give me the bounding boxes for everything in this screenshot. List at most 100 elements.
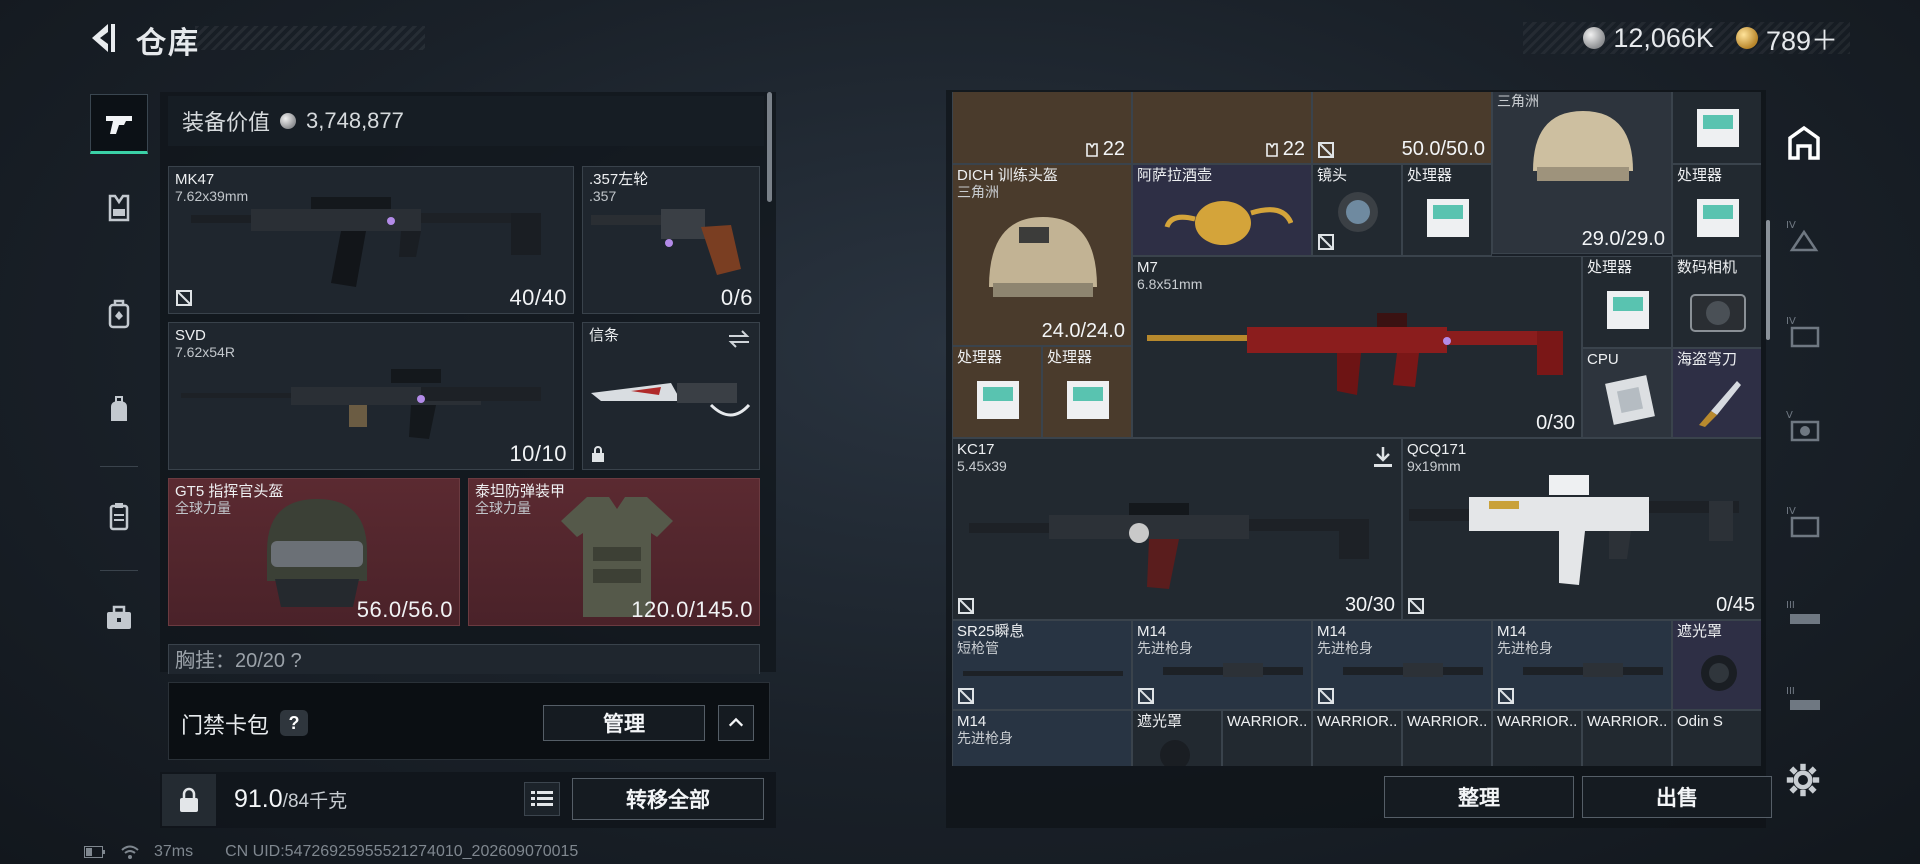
download-icon[interactable] — [1371, 445, 1395, 469]
transfer-all-button[interactable]: 转移全部 — [572, 778, 764, 820]
storage-tab-iv-b[interactable]: IV — [1780, 308, 1828, 356]
grid-item-warrior[interactable]: WARRIOR.. — [1582, 710, 1672, 766]
grid-item-dich-helmet[interactable]: DICH 训练头盔 三角洲 24.0/24.0 — [952, 164, 1132, 346]
grid-item-sr25-barrel[interactable]: SR25瞬息 短枪管 — [952, 620, 1132, 710]
slot-melee[interactable]: 信条 — [582, 322, 760, 470]
slot-helmet[interactable]: GT5 指挥官头盔 全球力量 56.0/56.0 — [168, 478, 460, 626]
revolver-icon — [591, 209, 741, 275]
grid-item-warrior[interactable]: WARRIOR.. — [1492, 710, 1582, 766]
grid-item-m14-receiver[interactable]: M14 先进枪身 — [1312, 620, 1492, 710]
manage-button[interactable]: 管理 — [543, 705, 705, 741]
tier-iv-icon: IV — [1786, 316, 1820, 348]
list-view-button[interactable] — [524, 782, 560, 816]
mk47-rifle-icon — [191, 197, 541, 287]
grid-item-processor[interactable]: 处理器 — [1672, 164, 1761, 256]
swap-icon[interactable] — [727, 329, 751, 349]
help-icon[interactable]: ? — [280, 710, 308, 736]
slot-primary-weapon[interactable]: MK47 7.62x39mm 40/40 — [168, 166, 574, 314]
grid-item-kc17-rifle[interactable]: KC17 5.45x39 30/30 — [952, 438, 1402, 620]
grid-item-processor[interactable]: 处理器 — [952, 346, 1042, 438]
grid-item-warrior[interactable]: WARRIOR.. — [1312, 710, 1402, 766]
bag-icon — [111, 396, 127, 421]
grid-item-helmet[interactable]: 三角洲 29.0/29.0 — [1492, 92, 1672, 254]
grid-item-camera[interactable]: 数码相机 — [1672, 256, 1761, 348]
grid-item-lens-hood[interactable]: 遮光罩 — [1132, 710, 1222, 766]
rail-item-vest[interactable] — [90, 178, 148, 238]
grid-item-processor[interactable]: 处理器 — [1402, 164, 1492, 256]
grid-item-cpu[interactable]: CPU — [1582, 348, 1672, 438]
item-caliber: 6.8x51mm — [1137, 276, 1203, 292]
gear-icon — [1786, 763, 1820, 797]
stack-count-value: 22 — [1282, 138, 1305, 160]
lock-button[interactable] — [162, 774, 216, 826]
sort-button[interactable]: 整理 — [1384, 776, 1574, 818]
back-arrow-icon — [92, 24, 115, 52]
grid-item-jug[interactable]: 阿萨拉酒壶 — [1132, 164, 1312, 256]
storage-tab-main[interactable] — [1780, 118, 1828, 166]
collapse-button[interactable] — [718, 705, 754, 741]
m7-rifle-icon — [1147, 313, 1563, 395]
slot-secondary-weapon[interactable]: SVD 7.62x54R 10/10 — [168, 322, 574, 470]
grid-item-m14-receiver[interactable]: M14 先进枪身 — [1492, 620, 1672, 710]
grid-item-warrior[interactable]: WARRIOR.. — [1402, 710, 1492, 766]
grid-item-m7-rifle[interactable]: M7 6.8x51mm 0/30 — [1132, 256, 1582, 438]
settings-button[interactable] — [1785, 762, 1825, 802]
grid-item-m14-receiver[interactable]: M14 先进枪身 — [952, 710, 1132, 766]
tier-iv-icon: IV — [1786, 506, 1820, 538]
sell-button[interactable]: 出售 — [1582, 776, 1772, 818]
grid-item-processor[interactable]: 处理器 — [1582, 256, 1672, 348]
golden-jug-icon — [1164, 201, 1293, 245]
chest-rig-label: 胸挂：20/20 ? — [175, 650, 302, 672]
item-sub: 先进枪身 — [1137, 640, 1193, 656]
grid-item-lens[interactable]: 镜头 — [1312, 164, 1402, 256]
qcq171-smg-icon — [1409, 475, 1739, 585]
battery-icon — [84, 846, 105, 858]
storage-tab-iv-c[interactable]: IV — [1780, 498, 1828, 546]
item-name: 处理器 — [1677, 167, 1723, 184]
grid-item-warrior[interactable]: WARRIOR.. — [1222, 710, 1312, 766]
slot-sidearm[interactable]: .357左轮 .357 0/6 — [582, 166, 760, 314]
grid-item-processor[interactable]: 处理器 — [1042, 346, 1132, 438]
storage-scrollbar[interactable] — [1766, 220, 1770, 340]
storage-tab-iii-b[interactable]: III — [1780, 678, 1828, 726]
grid-item-lens-hood[interactable]: 遮光罩 — [1672, 620, 1761, 710]
rail-item-backpack[interactable] — [90, 284, 148, 344]
silver-currency[interactable]: 12,066K — [1583, 23, 1714, 54]
tier-v-icon: V — [1786, 410, 1820, 442]
grid-item-odin[interactable]: Odin S — [1672, 710, 1761, 766]
svg-text:IV: IV — [1786, 316, 1796, 327]
back-button[interactable] — [84, 20, 118, 56]
grid-item-ammo-box[interactable]: 22 — [1132, 92, 1312, 164]
item-name: M14 — [1317, 623, 1347, 640]
item-name: WARRIOR.. — [1317, 713, 1398, 730]
processor-icon — [1607, 291, 1649, 329]
grid-item-qcq171-smg[interactable]: QCQ171 9x19mm 0/45 — [1402, 438, 1761, 620]
tier-iii-icon: III — [1786, 600, 1820, 624]
grid-item-m14-receiver[interactable]: M14 先进枪身 — [1132, 620, 1312, 710]
svg-text:IV: IV — [1786, 220, 1796, 231]
slot-armor[interactable]: 泰坦防弹装甲 全球力量 120.0/145.0 — [468, 478, 760, 626]
grid-item-knife[interactable]: 海盗弯刀 — [1672, 348, 1761, 438]
weapon-ammo: 40/40 — [509, 285, 567, 310]
grid-item-ammo-box[interactable]: 22 — [952, 92, 1132, 164]
processor-icon — [1697, 109, 1739, 147]
rail-item-container[interactable] — [90, 486, 148, 546]
lens-hood-icon — [1160, 740, 1190, 766]
gold-currency[interactable]: 789＋ — [1735, 19, 1838, 58]
storage-tab-iii-a[interactable]: III — [1780, 592, 1828, 640]
slot-chest-rig[interactable]: 胸挂：20/20 ? — [168, 644, 760, 674]
grid-item-processor[interactable] — [1672, 92, 1761, 164]
item-ammo: 0/30 — [1536, 412, 1575, 434]
loadout-scrollbar[interactable] — [767, 92, 772, 202]
grid-item-gasmask[interactable]: 50.0/50.0 — [1312, 92, 1492, 164]
rail-item-bag[interactable] — [90, 380, 148, 440]
rail-item-weapons[interactable] — [90, 94, 148, 154]
storage-tab-v[interactable]: V — [1780, 402, 1828, 450]
vest-icon — [1265, 142, 1278, 157]
stack-count-value: 22 — [1102, 138, 1125, 160]
item-name: M14 — [957, 713, 987, 730]
receiver-icon — [1523, 663, 1663, 677]
storage-tab-iv-a[interactable]: IV — [1780, 212, 1828, 260]
rail-item-toolbox[interactable] — [90, 588, 148, 648]
weapon-ammo: 0/6 — [720, 285, 753, 310]
